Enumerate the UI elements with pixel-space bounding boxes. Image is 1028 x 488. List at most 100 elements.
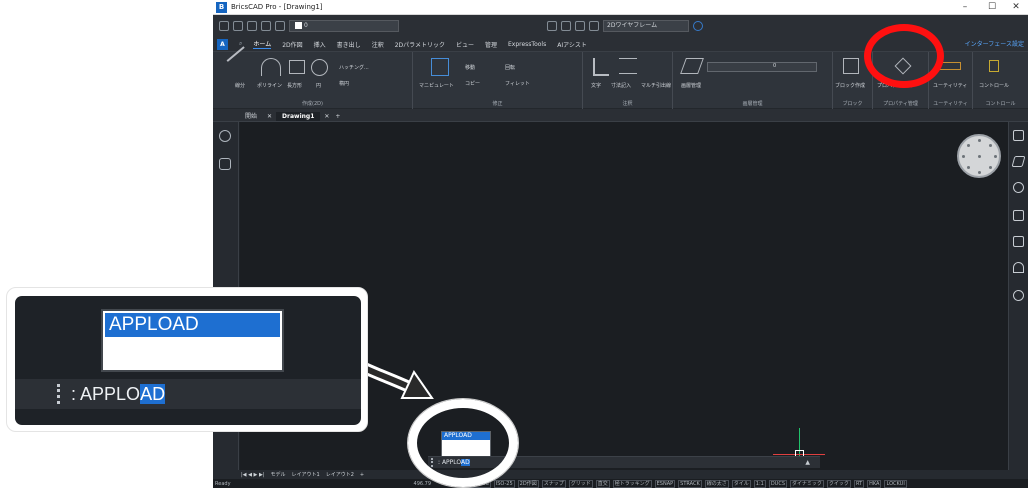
new-file-icon[interactable] [219, 21, 229, 31]
app-logo-icon: B [216, 1, 227, 13]
status-dynamic-toggle[interactable]: ダイナミック [790, 479, 824, 488]
dimension-tool-icon[interactable] [561, 21, 571, 31]
ellipse-tool-label[interactable]: 楕円 [339, 80, 349, 87]
circle-tool-icon[interactable] [311, 59, 328, 76]
move-tool-label[interactable]: 移動 [465, 64, 475, 71]
status-hka-toggle[interactable]: HKA [867, 479, 882, 488]
tab-model[interactable]: モデル [269, 471, 288, 478]
ribbon-group-utility-title: ユーティリティ [933, 101, 968, 107]
zoomed-autocomplete-item-appload[interactable]: APPLOAD [105, 313, 280, 337]
tab-export[interactable]: 書き出し [337, 40, 361, 49]
viewcube-dot [967, 144, 970, 147]
ribbon-group-modify-title: 修正 [492, 101, 503, 107]
tab-expresstools[interactable]: ExpressTools [508, 41, 546, 48]
status-tile-toggle[interactable]: タイル [731, 479, 751, 488]
control-icon[interactable] [989, 60, 999, 72]
status-lockui-toggle[interactable]: LOCKUI [884, 479, 907, 488]
tab-2d-draw[interactable]: 2D作図 [282, 40, 302, 49]
dimension-tool-icon[interactable] [619, 58, 637, 74]
grid-tool-icon[interactable] [575, 21, 585, 31]
rectangle-tool-icon[interactable] [289, 60, 305, 74]
help-icon[interactable] [693, 21, 703, 31]
status-workspace[interactable]: 2D作図 [517, 479, 539, 488]
utility-label: ユーティリティ [933, 83, 968, 89]
maximize-button[interactable]: ☐ [981, 0, 1003, 15]
tab-view[interactable]: ビュー [456, 40, 474, 49]
tab-home[interactable]: ホーム [253, 39, 272, 49]
tab-layout2[interactable]: レイアウト2 [324, 471, 356, 478]
interface-settings-link[interactable]: インターフェース設定 [965, 39, 1024, 48]
status-rt-toggle[interactable]: RT [853, 479, 865, 488]
status-ducs-toggle[interactable]: DUCS [768, 479, 788, 488]
status-snap-toggle[interactable]: スナップ [541, 479, 566, 488]
save-icon[interactable] [247, 21, 257, 31]
tab-insert[interactable]: 挿入 [314, 40, 326, 49]
rotate-tool-label[interactable]: 回転 [505, 64, 515, 71]
undo-icon[interactable] [261, 21, 271, 31]
minimize-button[interactable]: – [954, 0, 976, 15]
line-tool-label: 線分 [235, 83, 246, 89]
new-tab-icon[interactable]: + [333, 112, 342, 121]
polyline-tool-icon[interactable] [261, 58, 281, 76]
properties-panel-icon[interactable] [1013, 130, 1024, 141]
tab-layout1[interactable]: レイアウト1 [290, 471, 322, 478]
layout-nav-buttons[interactable]: |◀ ◀ ▶ ▶| [239, 472, 267, 478]
close-tab-icon[interactable]: ✕ [265, 112, 274, 121]
tab-annotate[interactable]: 注釈 [372, 40, 384, 49]
viewcube-dot [978, 155, 981, 158]
viewcube-dot [967, 166, 970, 169]
visual-style-dropdown[interactable]: 2Dワイヤフレーム [603, 20, 689, 32]
layer-dropdown[interactable]: 0 [289, 20, 399, 32]
status-lineweight-toggle[interactable]: 線の太さ [704, 479, 729, 488]
status-ready: Ready [215, 480, 231, 487]
ribbon-group-control-title: コントロール [985, 101, 1016, 107]
materials-panel-icon[interactable] [1013, 210, 1024, 221]
tab-ai-assist[interactable]: AIアシスト [557, 40, 587, 49]
status-grid-toggle[interactable]: グリッド [568, 479, 593, 488]
status-dim-style[interactable]: ISO-25 [493, 479, 515, 488]
render-panel-icon[interactable] [1013, 262, 1024, 273]
zoomed-command-input: : APPLOAD [71, 383, 166, 405]
status-polar-toggle[interactable]: 極トラッキング [612, 479, 652, 488]
cloud-panel-icon[interactable] [1013, 290, 1024, 301]
command-history-toggle-icon[interactable]: ▲ [805, 459, 810, 466]
layer-state-dropdown[interactable] [707, 62, 817, 72]
layer-tool-icon[interactable] [589, 21, 599, 31]
add-layout-button[interactable]: + [358, 472, 366, 478]
viewcube-dot [989, 144, 992, 147]
tab-2d-parametric[interactable]: 2Dパラメトリック [395, 40, 445, 49]
layer-manager-icon[interactable] [680, 58, 704, 74]
components-panel-icon[interactable] [1013, 236, 1024, 247]
text-tool-icon[interactable] [593, 58, 609, 76]
status-esnap-toggle[interactable]: ESNAP [654, 479, 676, 488]
open-file-icon[interactable] [233, 21, 243, 31]
zoom-callout-view: APPLOAD : APPLOAD [15, 296, 361, 425]
circle-tool-label: 円 [316, 83, 322, 89]
attach-panel-icon[interactable] [1013, 182, 1024, 193]
hatch-tool-label[interactable]: ハッチング... [339, 64, 369, 71]
status-scale[interactable]: 1:1 [753, 479, 766, 488]
block-create-icon[interactable] [843, 58, 859, 74]
dimension-tool-label: 寸法記入 [611, 83, 632, 89]
ribbon-group-control: コントロール コントロール [973, 52, 1028, 109]
right-panel [1008, 122, 1028, 474]
tab-manage[interactable]: 管理 [485, 40, 497, 49]
structure-panel-icon[interactable] [219, 158, 231, 170]
copy-tool-label[interactable]: コピー [465, 80, 480, 87]
close-button[interactable]: ✕ [1005, 0, 1027, 15]
snap-tool-icon[interactable] [547, 21, 557, 31]
close-tab-icon[interactable]: ✕ [322, 112, 331, 121]
status-ortho-toggle[interactable]: 直交 [595, 479, 610, 488]
look-from-widget[interactable] [957, 134, 1001, 178]
layers-panel-icon[interactable] [1011, 156, 1026, 167]
application-menu-button[interactable]: A [217, 38, 228, 50]
tab-start[interactable]: 開始 [239, 110, 263, 121]
hint-lightbulb-icon[interactable] [219, 130, 231, 142]
fillet-tool-label[interactable]: フィレット [505, 80, 530, 87]
tab-drawing1[interactable]: Drawing1 [276, 112, 321, 121]
viewcube-dot [989, 166, 992, 169]
status-quick-toggle[interactable]: クイック [826, 479, 851, 488]
status-strack-toggle[interactable]: STRACK [678, 479, 702, 488]
manipulate-tool-icon[interactable] [431, 58, 449, 76]
redo-icon[interactable] [275, 21, 285, 31]
